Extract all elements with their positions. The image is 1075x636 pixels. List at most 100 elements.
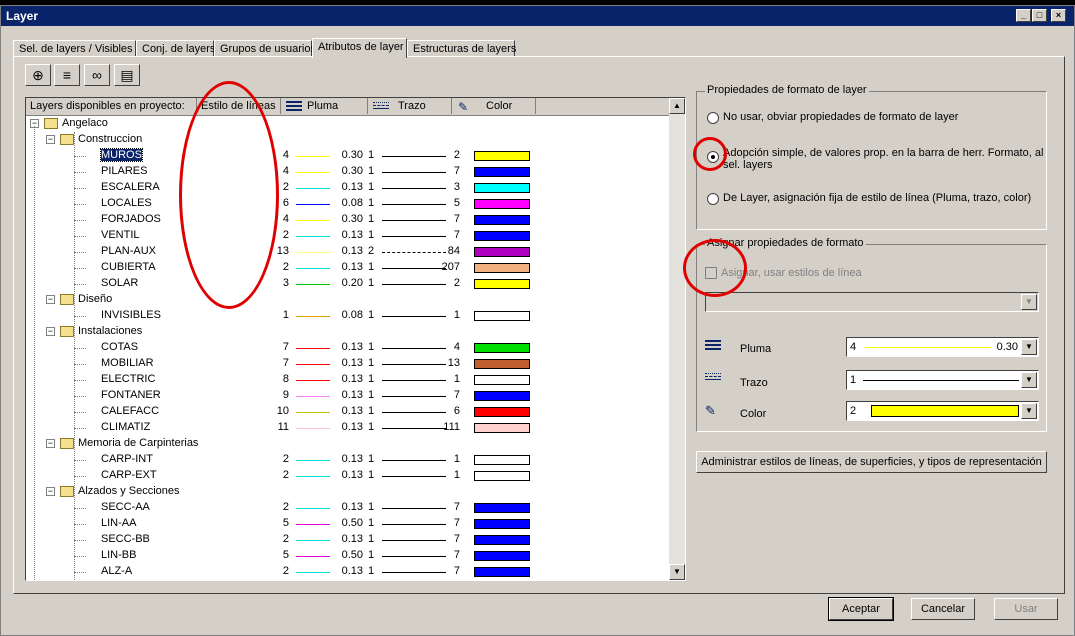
pen-width: 0.13 (341, 357, 363, 369)
layer-name[interactable]: VENTIL (101, 229, 140, 241)
column-header-pen[interactable]: Pluma (281, 98, 368, 114)
tab-estructuras-de-layers[interactable]: Estructuras de layers (407, 40, 516, 57)
tree-group[interactable]: − Instalaciones (26, 324, 670, 340)
maximize-icon[interactable]: □ (1032, 9, 1047, 22)
layer-row[interactable]: COTAS 7 0.13 1 4 (26, 340, 670, 356)
radio-adopcion-simple[interactable] (707, 151, 719, 163)
layer-row[interactable]: SECC-BB 2 0.13 1 7 (26, 532, 670, 548)
layer-name[interactable]: CUBIERTA (101, 261, 156, 273)
binoculars-icon[interactable]: ∞ (84, 64, 110, 86)
collapse-icon[interactable]: − (46, 327, 55, 336)
layer-name[interactable]: FONTANER (101, 389, 161, 401)
column-header-layers[interactable]: Layers disponibles en proyecto: (26, 98, 197, 114)
layer-name[interactable]: CLIMATIZ (101, 421, 150, 433)
column-header-color[interactable]: ✎ Color (452, 98, 536, 114)
collapse-icon[interactable]: − (46, 439, 55, 448)
layer-row[interactable]: CALEFACC 10 0.13 1 6 (26, 404, 670, 420)
collapse-icon[interactable]: − (46, 487, 55, 496)
layer-name[interactable]: ESCALERA (101, 181, 160, 193)
layer-name[interactable]: COTAS (101, 341, 138, 353)
layer-row[interactable]: SECC-AA 2 0.13 1 7 (26, 500, 670, 516)
scroll-up-icon[interactable]: ▲ (669, 98, 685, 114)
column-header-style[interactable]: Estilo de líneas (197, 98, 281, 114)
layer-name[interactable]: FORJADOS (101, 213, 161, 225)
layer-row[interactable]: INVISIBLES 1 0.08 1 1 (26, 308, 670, 324)
ok-button[interactable]: Aceptar (828, 597, 894, 621)
layer-name[interactable]: MOBILIAR (101, 357, 154, 369)
pen-select[interactable]: 4 0.30 ▼ (846, 337, 1039, 357)
layer-stack-icon[interactable]: ≡ (54, 64, 80, 86)
chevron-down-icon[interactable]: ▼ (1021, 372, 1037, 388)
layer-row[interactable]: FONTANER 9 0.13 1 7 (26, 388, 670, 404)
layer-row[interactable]: LIN-BB 5 0.50 1 7 (26, 548, 670, 564)
layer-name[interactable]: LIN-AA (101, 517, 136, 529)
layer-row[interactable]: CARP-EXT 2 0.13 1 1 (26, 468, 670, 484)
layer-name[interactable]: LOCALES (101, 197, 152, 209)
layer-name[interactable]: INVISIBLES (101, 309, 161, 321)
tree-group[interactable]: − Diseño (26, 292, 670, 308)
layer-name[interactable]: SECC-BB (101, 533, 150, 545)
layer-row[interactable]: LIN-AA 5 0.50 1 7 (26, 516, 670, 532)
collapse-icon[interactable]: − (46, 135, 55, 144)
layer-name[interactable]: ELECTRIC (101, 373, 155, 385)
color-number: 6 (453, 405, 460, 417)
layer-row[interactable]: MUROS 4 0.30 1 2 (26, 148, 670, 164)
cancel-button[interactable]: Cancelar (911, 598, 975, 620)
line-style-select[interactable]: ▼ (705, 292, 1039, 312)
radio-no-usar[interactable] (707, 112, 719, 124)
stroke-select[interactable]: 1 ▼ (846, 370, 1039, 390)
tree-group[interactable]: − Memoria de Carpinterias (26, 436, 670, 452)
radio-de-layer[interactable] (707, 193, 719, 205)
collapse-icon[interactable]: − (46, 295, 55, 304)
assign-line-styles-checkbox[interactable] (705, 267, 717, 279)
tab-grupos-de-usuarios[interactable]: Grupos de usuarios (214, 40, 316, 57)
layer-row[interactable]: FORJADOS 4 0.30 1 7 (26, 212, 670, 228)
vertical-scrollbar[interactable]: ▲ ▼ (669, 98, 685, 580)
layer-name[interactable]: CALEFACC (101, 405, 159, 417)
chevron-down-icon[interactable]: ▼ (1021, 339, 1037, 355)
layer-list[interactable]: Layers disponibles en proyecto: Estilo d… (25, 97, 686, 581)
tree-group[interactable]: − Construccion (26, 132, 670, 148)
chevron-down-icon[interactable]: ▼ (1021, 294, 1037, 310)
layer-row[interactable]: VENTIL 2 0.13 1 7 (26, 228, 670, 244)
pen-label: Pluma (740, 343, 772, 355)
layer-row[interactable]: ESCALERA 2 0.13 1 3 (26, 180, 670, 196)
layer-name[interactable]: SOLAR (101, 277, 138, 289)
layer-row[interactable]: ELECTRIC 8 0.13 1 1 (26, 372, 670, 388)
tree-group[interactable]: − Angelaco (26, 116, 670, 132)
tab-conj-de-layers[interactable]: Conj. de layers (136, 40, 215, 57)
new-layer-icon[interactable]: ⊕ (25, 64, 51, 86)
layer-row[interactable]: CARP-INT 2 0.13 1 1 (26, 452, 670, 468)
color-select[interactable]: 2 ▼ (846, 401, 1039, 421)
layer-name[interactable]: CARP-INT (101, 453, 153, 465)
layer-row[interactable]: MOBILIAR 7 0.13 1 13 (26, 356, 670, 372)
layer-row[interactable]: LOCALES 6 0.08 1 5 (26, 196, 670, 212)
tab-atributos-de-layer[interactable]: Atributos de layer (312, 38, 407, 58)
layer-name[interactable]: CARP-EXT (101, 469, 157, 481)
layer-row[interactable]: PILARES 4 0.30 1 7 (26, 164, 670, 180)
layer-name[interactable]: PLAN-AUX (101, 245, 156, 257)
layer-name[interactable]: MUROS (100, 148, 143, 162)
tab-sel-de-layers-visibles[interactable]: Sel. de layers / Visibles (13, 40, 136, 57)
layer-row[interactable]: ALZ-A 2 0.13 1 7 (26, 564, 670, 580)
apply-button[interactable]: Usar (994, 598, 1058, 620)
minimize-icon[interactable]: _ (1016, 9, 1031, 22)
layer-name[interactable]: ALZ-A (101, 565, 132, 577)
layer-name[interactable]: PILARES (101, 165, 147, 177)
layer-row[interactable]: PLAN-AUX 13 0.13 2 84 (26, 244, 670, 260)
pen-number: 2 (282, 261, 289, 273)
layer-name[interactable]: LIN-BB (101, 549, 136, 561)
title-bar[interactable]: Layer _ □ × (1, 6, 1074, 26)
tree-connector (74, 204, 86, 205)
layer-name[interactable]: SECC-AA (101, 501, 150, 513)
manage-styles-button[interactable]: Administrar estilos de líneas, de superf… (696, 451, 1047, 473)
layer-row[interactable]: SOLAR 3 0.20 1 2 (26, 276, 670, 292)
layer-row[interactable]: CUBIERTA 2 0.13 1 207 (26, 260, 670, 276)
tree-group[interactable]: − Alzados y Secciones (26, 484, 670, 500)
chevron-down-icon[interactable]: ▼ (1021, 403, 1037, 419)
scroll-down-icon[interactable]: ▼ (669, 564, 685, 580)
close-icon[interactable]: × (1051, 9, 1066, 22)
print-icon[interactable]: ▤ (114, 64, 140, 86)
layer-row[interactable]: CLIMATIZ 11 0.13 1 111 (26, 420, 670, 436)
column-header-stroke[interactable]: Trazo (368, 98, 452, 114)
